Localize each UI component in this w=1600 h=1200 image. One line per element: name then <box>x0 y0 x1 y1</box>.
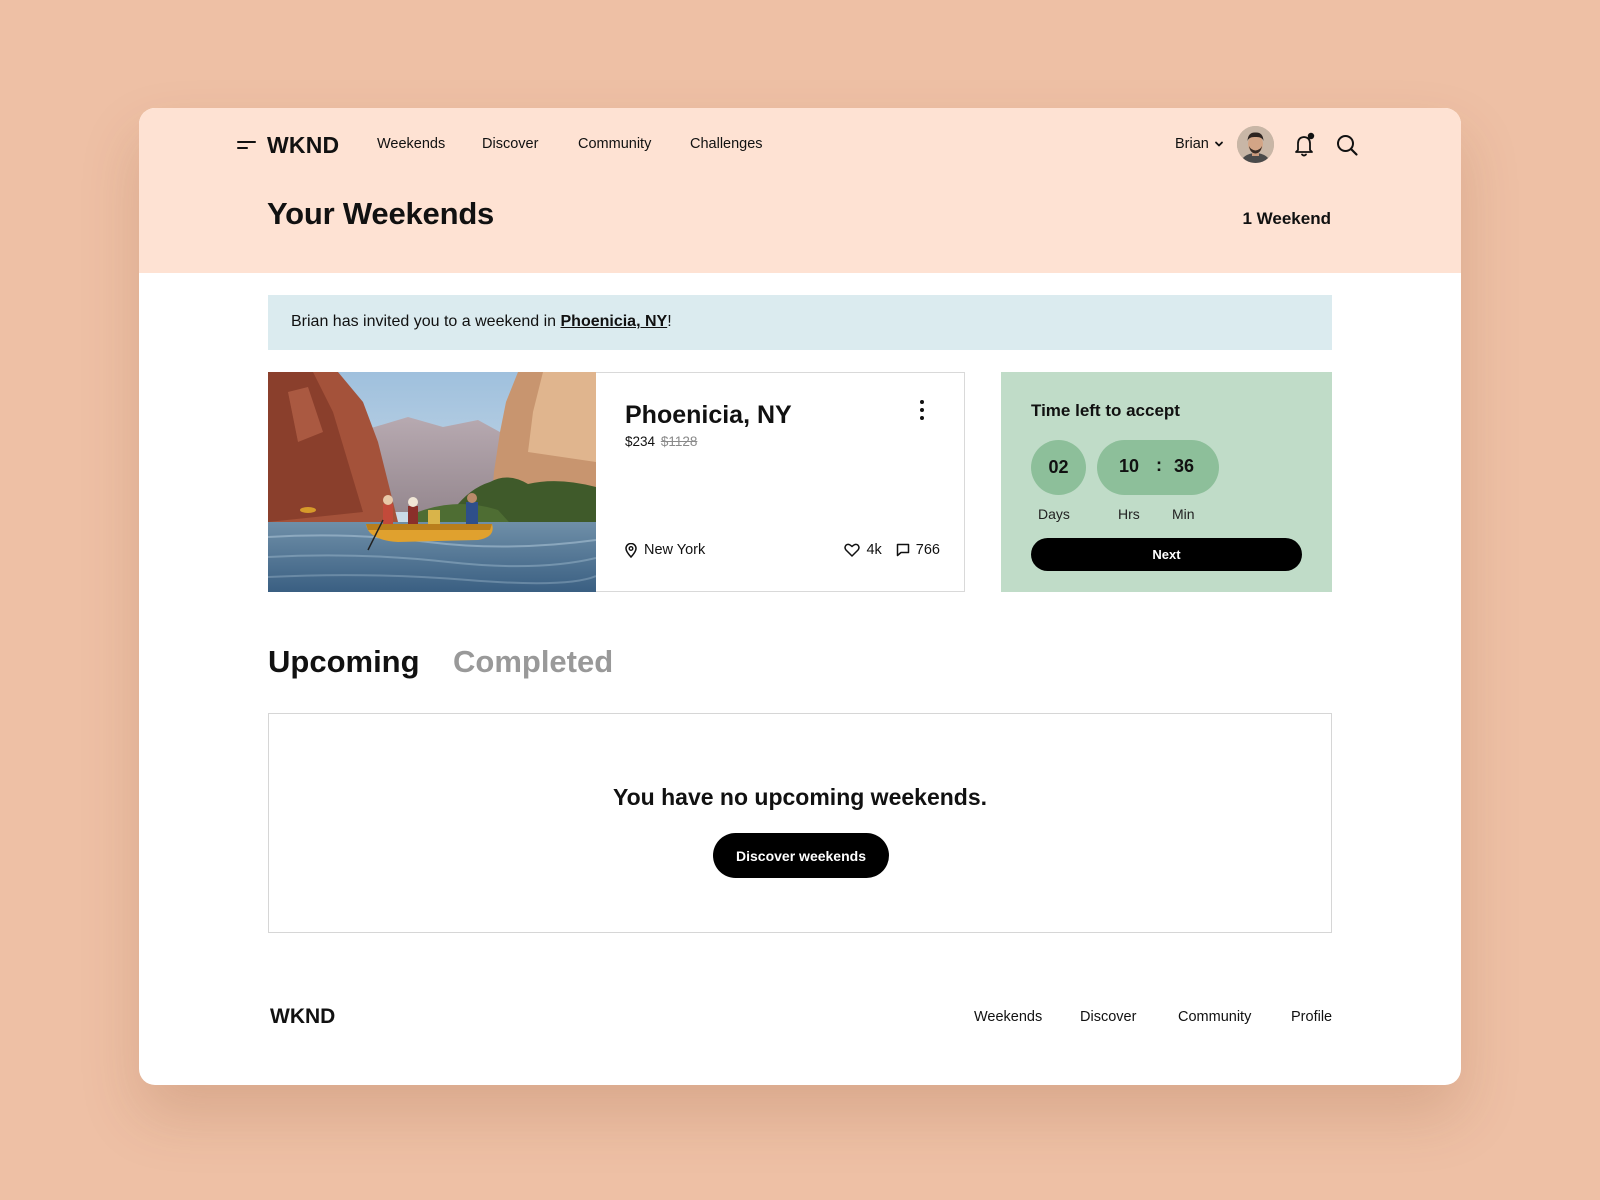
accept-countdown: Time left to accept 02 10 : 36 Days Hrs … <box>1001 372 1332 592</box>
avatar[interactable] <box>1237 126 1274 163</box>
invite-banner: Brian has invited you to a weekend in Ph… <box>268 295 1332 350</box>
discover-weekends-button[interactable]: Discover weekends <box>713 833 889 878</box>
comments-button[interactable]: 766 <box>896 542 940 558</box>
empty-message: You have no upcoming weekends. <box>612 784 988 810</box>
countdown-title: Time left to accept <box>1031 401 1180 420</box>
invite-text: Brian has invited you to a weekend in <box>291 313 561 330</box>
likes-button[interactable]: 4k <box>844 542 882 558</box>
weekend-count: 1 Weekend <box>1242 209 1331 228</box>
time-separator: : <box>1156 455 1162 475</box>
nav-link-discover[interactable]: Discover <box>482 136 538 152</box>
hours-label: Hrs <box>1118 506 1140 522</box>
time-pill: 10 : 36 <box>1097 440 1219 495</box>
menu-icon[interactable] <box>237 139 257 151</box>
next-button[interactable]: Next <box>1031 538 1302 571</box>
current-price: $234 <box>625 434 656 449</box>
top-nav: WKND Weekends Discover Community Challen… <box>139 108 1461 180</box>
comments-count: 766 <box>915 542 940 558</box>
trip-photo <box>268 372 596 592</box>
empty-state: You have no upcoming weekends. Discover … <box>268 713 1332 933</box>
footer-link-weekends[interactable]: Weekends <box>974 1009 1042 1025</box>
bell-icon[interactable] <box>1293 132 1317 158</box>
user-menu[interactable]: Brian <box>1175 136 1224 152</box>
app-window: WKND Weekends Discover Community Challen… <box>139 108 1461 1085</box>
footer-link-discover[interactable]: Discover <box>1080 1009 1136 1025</box>
invite-place-link[interactable]: Phoenicia, NY <box>561 313 668 330</box>
days-label: Days <box>1038 506 1070 522</box>
days-pill: 02 <box>1031 440 1086 495</box>
location-pin-icon <box>625 542 637 558</box>
chevron-down-icon <box>1214 141 1223 147</box>
nav-link-community[interactable]: Community <box>578 136 651 152</box>
tab-completed[interactable]: Completed <box>453 644 613 680</box>
nav-link-weekends[interactable]: Weekends <box>377 136 445 152</box>
invite-text-end: ! <box>667 313 672 330</box>
heart-icon <box>844 543 861 557</box>
user-name: Brian <box>1175 136 1209 152</box>
tab-upcoming[interactable]: Upcoming <box>268 644 420 680</box>
footer-link-community[interactable]: Community <box>1178 1009 1251 1025</box>
original-price: $1128 <box>660 434 698 449</box>
minutes-value: 36 <box>1174 456 1195 476</box>
trip-title: Phoenicia, NY <box>625 401 792 429</box>
minutes-label: Min <box>1172 506 1195 522</box>
trip-location: New York <box>625 542 705 558</box>
search-icon[interactable] <box>1335 133 1359 157</box>
days-value: 02 <box>1048 457 1069 477</box>
more-options-icon[interactable] <box>917 400 927 426</box>
trip-card[interactable]: Phoenicia, NY $234 $1128 New York 4k 766 <box>268 372 965 592</box>
comment-icon <box>896 543 910 557</box>
footer-link-profile[interactable]: Profile <box>1291 1009 1332 1025</box>
hours-value: 10 <box>1119 456 1140 476</box>
page-title: Your Weekends <box>267 196 495 231</box>
logo[interactable]: WKND <box>267 132 339 159</box>
header-section: WKND Weekends Discover Community Challen… <box>139 108 1461 273</box>
trip-stats: 4k 766 <box>844 542 940 558</box>
footer-logo[interactable]: WKND <box>270 1005 335 1029</box>
trip-location-text: New York <box>644 542 706 558</box>
likes-count: 4k <box>866 542 882 558</box>
nav-link-challenges[interactable]: Challenges <box>690 136 763 152</box>
trip-price: $234 $1128 <box>625 434 697 449</box>
